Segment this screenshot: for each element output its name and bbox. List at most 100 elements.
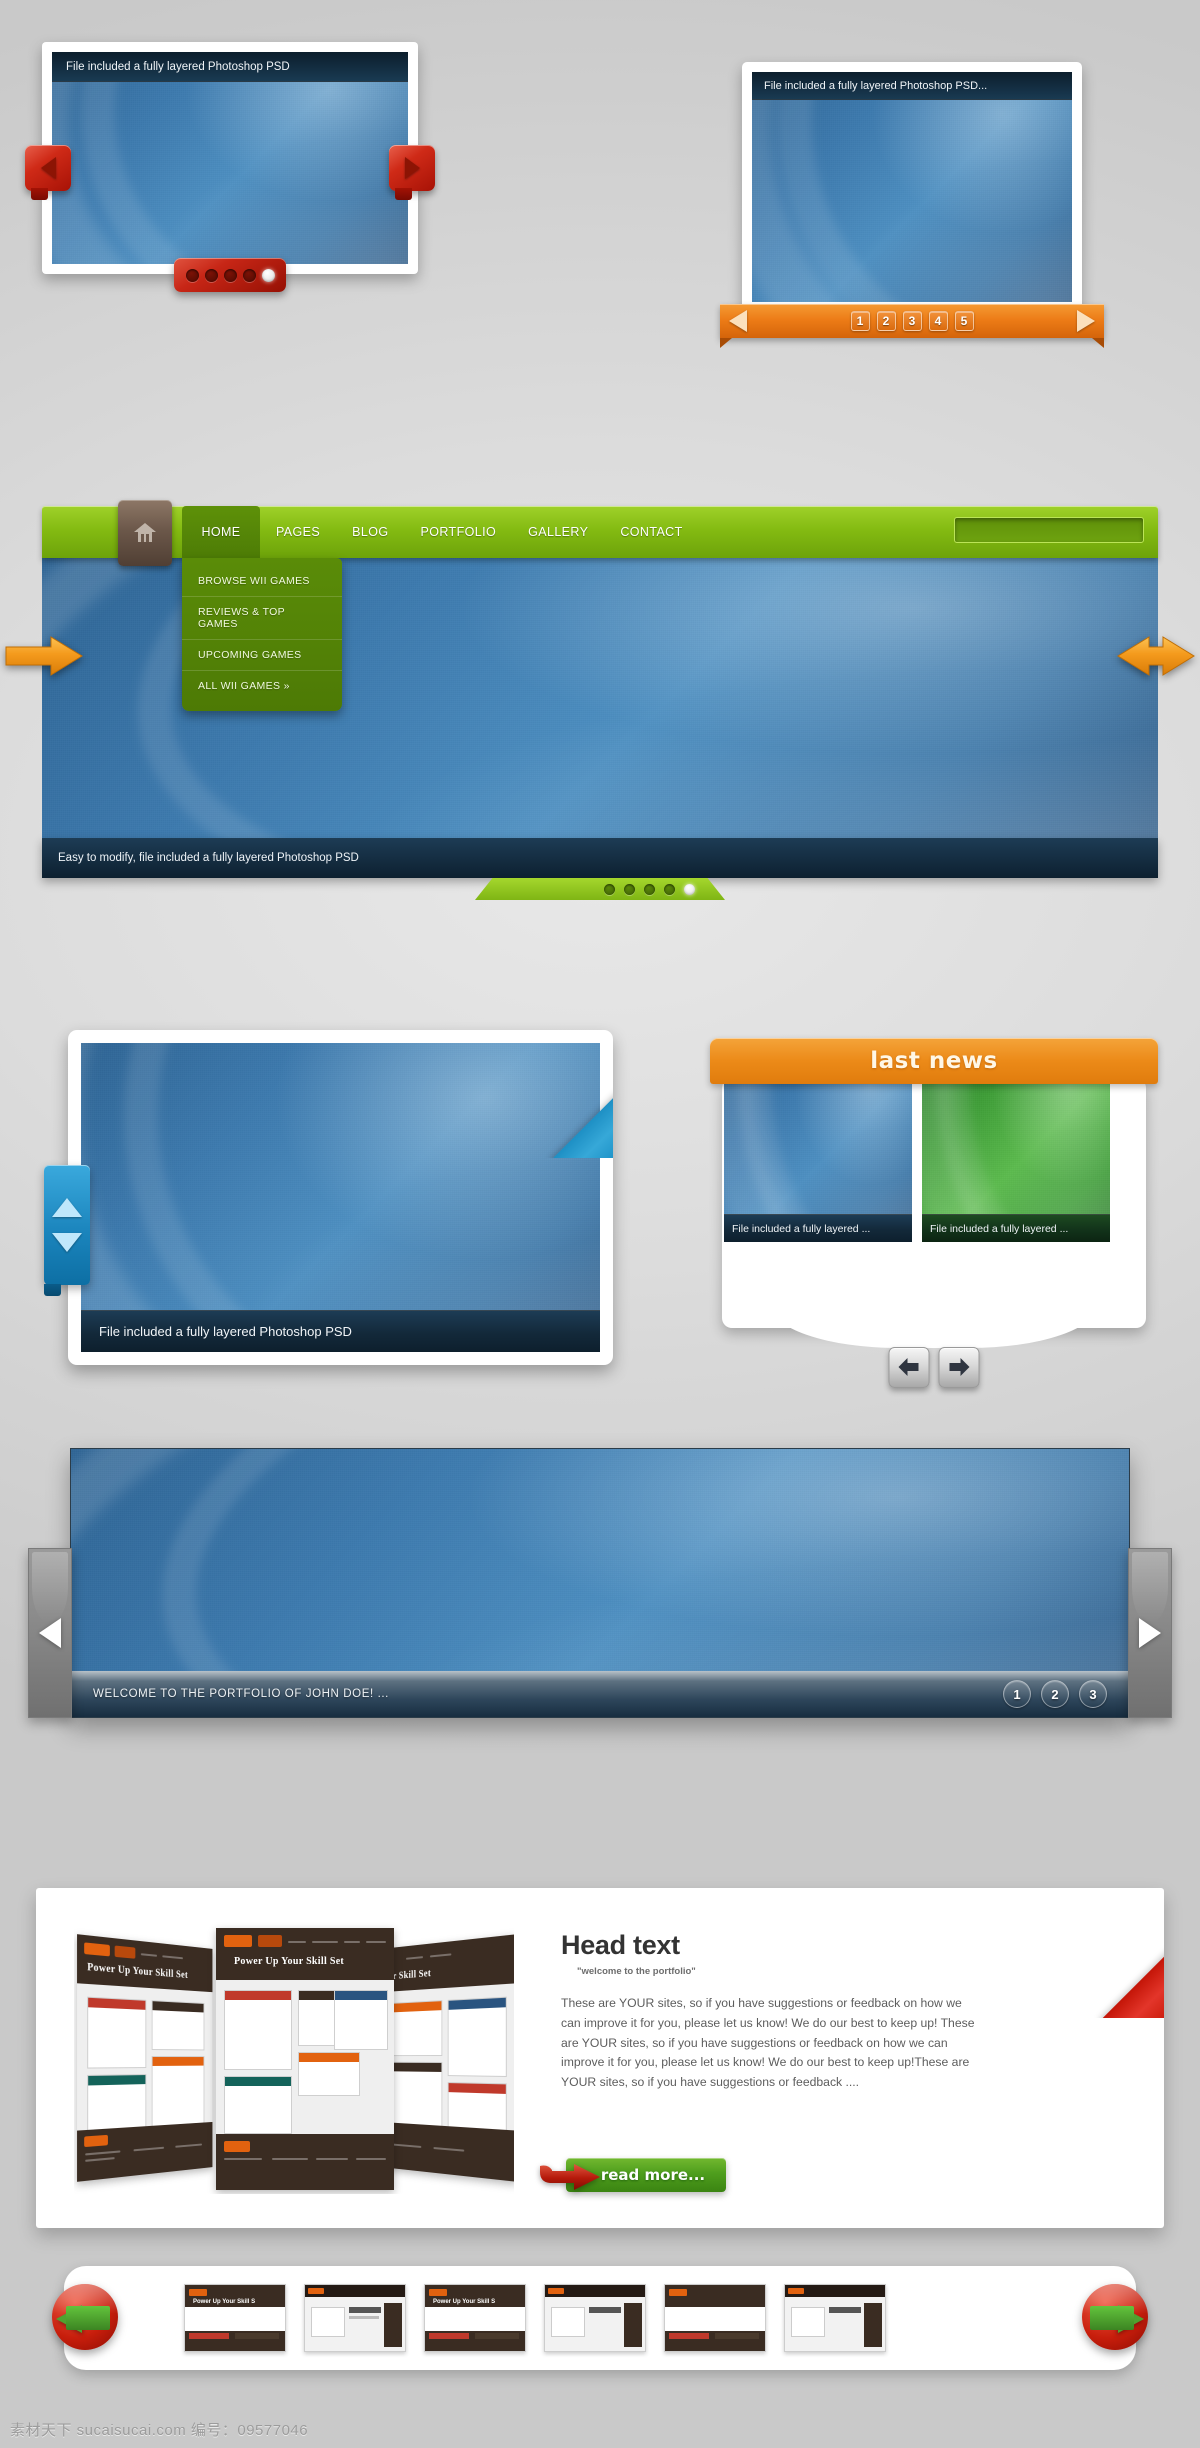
slider-two-screen: File included a fully layered Photoshop … bbox=[752, 72, 1072, 302]
carousel-thumbnail[interactable] bbox=[304, 2284, 406, 2352]
mockup-box bbox=[389, 2061, 443, 2132]
home-button[interactable] bbox=[118, 500, 172, 566]
ribbon-band: featured bbox=[1101, 1888, 1164, 2018]
mockup-box bbox=[87, 1996, 147, 2069]
arrow-right-icon[interactable] bbox=[1077, 310, 1095, 332]
mockup-box-header bbox=[390, 2062, 442, 2072]
prev-button[interactable] bbox=[25, 145, 71, 200]
home-icon bbox=[134, 523, 156, 542]
pager-dot[interactable] bbox=[185, 268, 199, 282]
nav-item-pages[interactable]: PAGES bbox=[260, 506, 336, 558]
slider-one-caption-bar: File included a fully layered Photoshop … bbox=[52, 52, 408, 82]
chevron-down-icon[interactable] bbox=[52, 1233, 82, 1252]
mockup-line bbox=[366, 1941, 386, 1943]
arrow-left-icon bbox=[898, 1358, 919, 1376]
mockup-line bbox=[85, 2150, 121, 2156]
dropdown-item-browse[interactable]: BROWSE WII GAMES bbox=[182, 566, 342, 597]
mockup-line bbox=[344, 1941, 360, 1943]
pager-number[interactable]: 3 bbox=[1079, 1680, 1107, 1708]
carousel-prev-button[interactable] bbox=[52, 2284, 118, 2350]
mockup-nav-pill bbox=[258, 1935, 282, 1947]
pager-dot[interactable] bbox=[644, 883, 655, 895]
mockup-footer-col bbox=[272, 2158, 308, 2160]
nav-next-button[interactable] bbox=[1116, 634, 1196, 678]
mockup-nav-pill bbox=[114, 1945, 136, 1959]
hero-caption-bar: WELCOME TO THE PORTFOLIO OF JOHN DOE! ..… bbox=[71, 1671, 1129, 1717]
pager-dot[interactable] bbox=[604, 883, 615, 895]
navigation-banner: Easy to modify, file included a fully la… bbox=[5, 500, 1195, 916]
mockup-box-header bbox=[152, 2001, 204, 2013]
pager-number[interactable]: 4 bbox=[928, 311, 948, 331]
thumbnail-carousel: Power Up Your Skill S Power Up Your Skil… bbox=[52, 2266, 1148, 2370]
mockup-headline: Power Up Your Skill Set bbox=[234, 1956, 345, 1967]
slider-one-pager[interactable] bbox=[174, 258, 286, 292]
mockup-box-header bbox=[448, 2083, 506, 2094]
nav-item-home[interactable]: HOME bbox=[182, 506, 260, 558]
pager-dot[interactable] bbox=[223, 268, 237, 282]
pager-number[interactable]: 3 bbox=[902, 311, 922, 331]
watermark-text: 素材天下 sucaisucai.com 编号：09577046 bbox=[10, 2422, 309, 2439]
dropdown-item-all[interactable]: ALL WII GAMES » bbox=[182, 671, 342, 701]
read-more-button[interactable]: read more... bbox=[540, 2158, 726, 2192]
carousel-thumbnail[interactable]: Power Up Your Skill S bbox=[184, 2284, 286, 2352]
carousel-thumbnail[interactable] bbox=[664, 2284, 766, 2352]
carousel-thumbnail[interactable] bbox=[544, 2284, 646, 2352]
pager-dot[interactable] bbox=[242, 268, 256, 282]
ribbon-surface: featured bbox=[1101, 1888, 1164, 2018]
pager-dot[interactable] bbox=[204, 268, 218, 282]
mockup-page-left: Power Up Your Skill Set bbox=[77, 1934, 213, 2182]
news-footer-curve bbox=[770, 1304, 1098, 1348]
mockup-logo bbox=[224, 2141, 250, 2152]
hero-prev-button[interactable] bbox=[28, 1548, 72, 1718]
news-nav-buttons bbox=[888, 1347, 980, 1388]
mockup-footer-col bbox=[224, 2158, 262, 2160]
pager-number[interactable]: 5 bbox=[954, 311, 974, 331]
wallpaper-blue bbox=[752, 72, 1072, 302]
mockup-line bbox=[288, 1941, 306, 1943]
carousel-thumbnail[interactable] bbox=[784, 2284, 886, 2352]
mockup-box bbox=[447, 1996, 507, 2078]
pager-number[interactable]: 2 bbox=[1041, 1680, 1069, 1708]
nav-item-blog[interactable]: BLOG bbox=[336, 506, 404, 558]
news-prev-button[interactable] bbox=[888, 1347, 930, 1388]
chevron-up-icon[interactable] bbox=[52, 1198, 82, 1217]
dropdown-item-upcoming[interactable]: UPCOMING GAMES bbox=[182, 640, 342, 671]
featured-caption: File included a fully layered Photoshop … bbox=[99, 1324, 352, 1339]
ribbon-surface: featured bbox=[552, 1030, 613, 1158]
nav-item-contact[interactable]: CONTACT bbox=[604, 506, 698, 558]
mockup-header: Power Up Your Skill Set bbox=[216, 1928, 394, 1980]
mockup-header: ur Skill Set bbox=[381, 1934, 514, 1993]
arrow-right-icon bbox=[540, 2164, 600, 2190]
mockup-logo bbox=[224, 1935, 252, 1947]
carousel-next-button[interactable] bbox=[1082, 2284, 1148, 2350]
pager-dot[interactable] bbox=[624, 883, 635, 895]
news-next-button[interactable] bbox=[938, 1347, 980, 1388]
nav-item-gallery[interactable]: GALLERY bbox=[512, 506, 604, 558]
carousel-thumbnail[interactable]: Power Up Your Skill S bbox=[424, 2284, 526, 2352]
mockup-footer-col bbox=[316, 2158, 348, 2160]
nav-prev-button[interactable] bbox=[4, 634, 84, 678]
gloss-overlay bbox=[1082, 2284, 1148, 2350]
pager-dot-active[interactable] bbox=[261, 268, 275, 282]
nav-item-portfolio[interactable]: PORTFOLIO bbox=[405, 506, 513, 558]
arrow-left-icon[interactable] bbox=[729, 310, 747, 332]
next-button[interactable] bbox=[389, 145, 435, 200]
vertical-scroll-control[interactable] bbox=[44, 1165, 90, 1296]
pager-number[interactable]: 1 bbox=[1003, 1680, 1031, 1708]
slider-two-caption-bar: File included a fully layered Photoshop … bbox=[752, 72, 1072, 100]
hero-next-button[interactable] bbox=[1128, 1548, 1172, 1718]
pager-number[interactable]: 2 bbox=[876, 311, 896, 331]
dropdown-item-reviews[interactable]: REVIEWS & TOP GAMES bbox=[182, 597, 342, 640]
search-input[interactable] bbox=[954, 517, 1144, 543]
hero-caption: WELCOME TO THE PORTFOLIO OF JOHN DOE! ..… bbox=[93, 1688, 389, 1700]
triangle-right-icon bbox=[1139, 1618, 1161, 1648]
pager-number[interactable]: 1 bbox=[850, 311, 870, 331]
mockup-box-header bbox=[390, 2001, 442, 2013]
mockup-footer bbox=[381, 2121, 514, 2182]
mockup-box bbox=[298, 2052, 360, 2096]
pager-dot[interactable] bbox=[664, 883, 675, 895]
news-thumb-caption: File included a fully layered ... bbox=[732, 1222, 871, 1235]
mockup-line bbox=[406, 1956, 423, 1960]
mockup-logo bbox=[84, 2134, 108, 2148]
pager-dot-active[interactable] bbox=[684, 883, 695, 895]
